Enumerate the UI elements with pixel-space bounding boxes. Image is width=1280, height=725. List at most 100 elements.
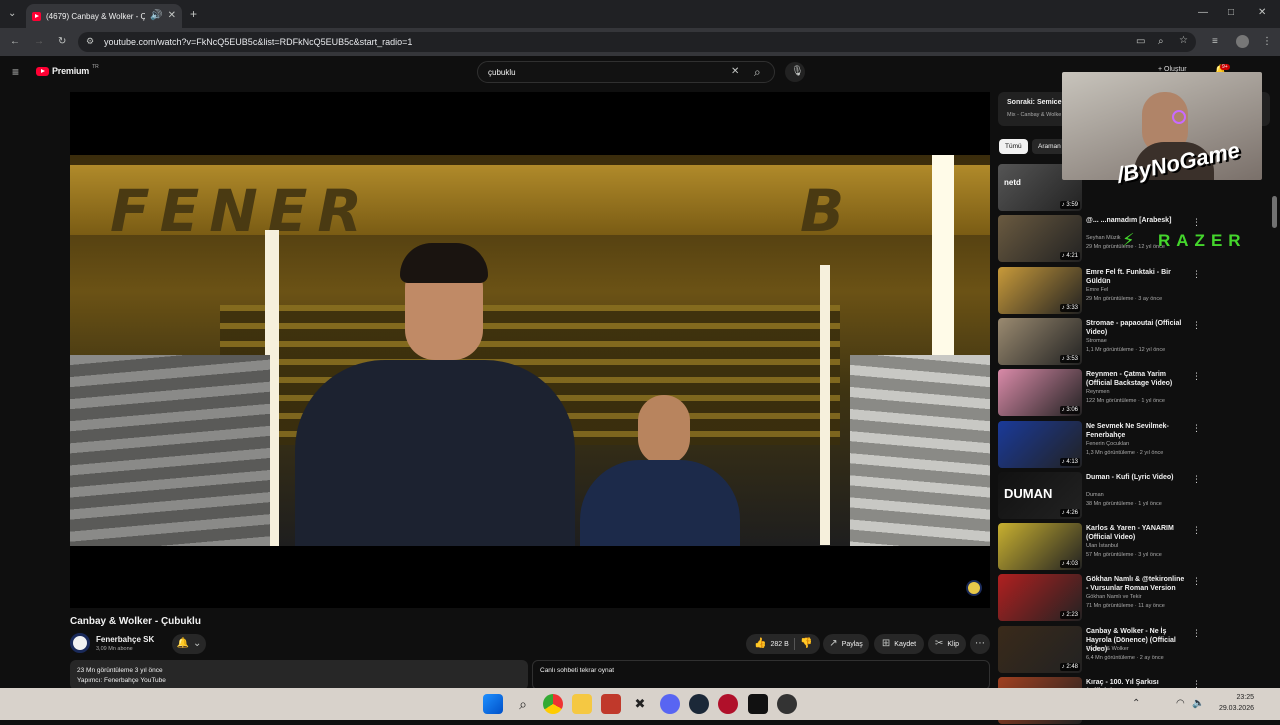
video-card-channel[interactable]: Duman: [1086, 492, 1104, 498]
channel-name[interactable]: Fenerbahçe SK: [96, 635, 154, 644]
reload-icon[interactable]: ↻: [58, 37, 66, 47]
card-menu-icon[interactable]: ⋮: [1192, 628, 1201, 639]
chip-all[interactable]: Tümü: [999, 139, 1028, 154]
youtube-logo[interactable]: Premium TR: [36, 64, 99, 76]
chrome-icon[interactable]: [543, 694, 563, 714]
browser-menu-icon[interactable]: ⋮: [1262, 37, 1272, 47]
channel-watermark-icon[interactable]: [966, 580, 982, 596]
video-card-channel[interactable]: Reynmen: [1086, 389, 1110, 395]
video-card-channel[interactable]: Gökhan Namlı ve Tekir: [1086, 594, 1142, 600]
start-icon[interactable]: [483, 694, 503, 714]
profile-avatar[interactable]: [1236, 35, 1249, 48]
channel-avatar[interactable]: [70, 633, 90, 653]
steam-icon[interactable]: [689, 694, 709, 714]
video-thumbnail[interactable]: ♪ 3:33: [998, 266, 1082, 314]
video-card-title[interactable]: @... ...namadım [Arabesk]: [1086, 216, 1186, 225]
video-card-title[interactable]: Stromae - papaoutai (Official Video): [1086, 319, 1186, 337]
video-card-channel[interactable]: Seyhan Müzik: [1086, 235, 1121, 241]
related-video-card[interactable]: DUMAN ♪ 4:26 Duman - Kufi (Lyric Video) Dum…: [998, 471, 1270, 520]
video-card-channel[interactable]: Canbay & Wolker: [1086, 646, 1129, 652]
video-thumbnail[interactable]: ♪ 2:48: [998, 625, 1082, 673]
video-thumbnail[interactable]: ♪ 3:53: [998, 317, 1082, 365]
clear-search-icon[interactable]: ✕: [731, 67, 739, 77]
clip-button[interactable]: ✂ Klip: [928, 634, 966, 654]
address-bar[interactable]: ⚙ youtube.com/watch?v=FkNcQ5EUB5c&list=R…: [78, 32, 1196, 52]
card-menu-icon[interactable]: ⋮: [1192, 474, 1201, 485]
window-close-icon[interactable]: ✕: [1258, 8, 1266, 18]
capcut-icon[interactable]: ✖: [630, 694, 650, 714]
share-button[interactable]: ↗ Paylaş: [823, 634, 869, 654]
tab-close-icon[interactable]: ✕: [168, 11, 176, 21]
hamburger-menu-icon[interactable]: ≡: [12, 66, 19, 78]
related-video-card[interactable]: ♪ 3:53 Stromae - papaoutai (Official Vide…: [998, 317, 1270, 366]
minimize-icon[interactable]: —: [1198, 8, 1208, 18]
related-video-card[interactable]: ♪ 4:03 Karlos & Yaren - YANARIM (Official…: [998, 523, 1270, 571]
tray-chevron-icon[interactable]: ⌃: [1132, 699, 1140, 709]
video-thumbnail[interactable]: DUMAN ♪ 4:26: [998, 471, 1082, 519]
video-card-title[interactable]: Duman - Kufi (Lyric Video): [1086, 473, 1186, 482]
reading-list-icon[interactable]: ≡: [1212, 37, 1218, 47]
video-card-title[interactable]: Ne Sevmek Ne Sevilmek- Fenerbahçe: [1086, 422, 1186, 440]
voice-search-button[interactable]: 🎙: [785, 62, 805, 82]
video-thumbnail[interactable]: ♪ 4:13: [998, 420, 1082, 468]
bookmark-star-icon[interactable]: ☆: [1179, 36, 1188, 46]
bell-icon: 🔔: [176, 638, 190, 649]
video-card-title[interactable]: Gökhan Namlı & @tekironline - Vursunlar …: [1086, 575, 1186, 593]
description-box[interactable]: [70, 660, 528, 690]
card-menu-icon[interactable]: ⋮: [1192, 217, 1201, 228]
valorant-icon[interactable]: [718, 694, 738, 714]
logo-country: TR: [92, 64, 99, 70]
wifi-icon[interactable]: ◠: [1176, 699, 1185, 709]
video-frame[interactable]: FENER B: [70, 155, 990, 546]
maximize-icon[interactable]: □: [1228, 8, 1234, 18]
video-card-title[interactable]: Karlos & Yaren - YANARIM (Official Video…: [1086, 524, 1186, 542]
zoom-icon[interactable]: ⌕: [1158, 37, 1164, 47]
browser-tab[interactable]: (4679) Canbay & Wolker - Ç 🔊 ✕: [26, 4, 182, 28]
card-menu-icon[interactable]: ⋮: [1192, 525, 1201, 536]
subscribe-bell-button[interactable]: 🔔 ⌄: [172, 634, 206, 654]
speaker-icon[interactable]: 🔊: [150, 11, 162, 21]
like-button[interactable]: 👍 282 B 👎: [746, 634, 820, 654]
cast-icon[interactable]: ▭: [1136, 37, 1145, 47]
taskbar-search-icon[interactable]: ⌕: [513, 694, 533, 714]
card-menu-icon[interactable]: ⋮: [1192, 576, 1201, 587]
related-video-card[interactable]: ♪ 4:13 Ne Sevmek Ne Sevilmek- Fenerbahçe F…: [998, 420, 1270, 469]
more-actions-button[interactable]: ⋯: [970, 634, 990, 654]
clock-date[interactable]: 29.03.2026: [1206, 705, 1254, 712]
video-thumbnail[interactable]: ♪ 2:23: [998, 574, 1082, 622]
video-thumbnail[interactable]: ♪ 4:21: [998, 215, 1082, 263]
search-icon[interactable]: ⌕: [754, 66, 761, 78]
forward-icon[interactable]: →: [34, 37, 44, 47]
new-tab-icon[interactable]: +: [190, 8, 197, 20]
file-explorer-icon[interactable]: [572, 694, 592, 714]
app-icon[interactable]: [601, 694, 621, 714]
video-card-channel[interactable]: Fenerin Çocukları: [1086, 441, 1129, 447]
volume-icon[interactable]: 🔈: [1192, 699, 1204, 709]
obs-icon[interactable]: [777, 694, 797, 714]
thumbs-down-icon[interactable]: 👎: [800, 639, 812, 649]
clock-time[interactable]: 23:25: [1214, 694, 1254, 701]
related-video-card[interactable]: ♪ 2:23 Gökhan Namlı & @tekironline - Vurs…: [998, 574, 1270, 622]
discord-icon[interactable]: [660, 694, 680, 714]
kick-icon[interactable]: [748, 694, 768, 714]
sidebar-scrollbar-thumb[interactable]: [1272, 196, 1277, 228]
video-thumbnail[interactable]: ♪ 4:03: [998, 523, 1082, 571]
card-menu-icon[interactable]: ⋮: [1192, 423, 1201, 434]
tab-search-icon[interactable]: ⌄: [8, 9, 16, 19]
video-card-channel[interactable]: Stromae: [1086, 338, 1107, 344]
related-video-card[interactable]: ♪ 3:33 Emre Fel ft. Funktaki - Bir Güldün…: [998, 266, 1270, 315]
live-chat-replay-box[interactable]: [532, 660, 990, 690]
related-video-card[interactable]: ♪ 2:48 Canbay & Wolker - Ne İş Hayrola (D…: [998, 625, 1270, 674]
video-card-channel[interactable]: Emre Fel: [1086, 287, 1108, 293]
related-video-card[interactable]: ♪ 3:06 Reynmen - Çatma Yarim (Official Ba…: [998, 369, 1270, 417]
site-info-icon[interactable]: ⚙: [86, 37, 94, 46]
save-button[interactable]: ⊞ Kaydet: [874, 634, 924, 654]
back-icon[interactable]: ←: [10, 37, 20, 47]
video-card-title[interactable]: Emre Fel ft. Funktaki - Bir Güldün: [1086, 268, 1186, 286]
video-card-channel[interactable]: Ulan İstanbul: [1086, 543, 1118, 549]
video-thumbnail[interactable]: ♪ 3:06: [998, 369, 1082, 417]
card-menu-icon[interactable]: ⋮: [1192, 320, 1201, 331]
video-card-title[interactable]: Reynmen - Çatma Yarim (Official Backstag…: [1086, 370, 1186, 388]
card-menu-icon[interactable]: ⋮: [1192, 269, 1201, 280]
card-menu-icon[interactable]: ⋮: [1192, 371, 1201, 382]
